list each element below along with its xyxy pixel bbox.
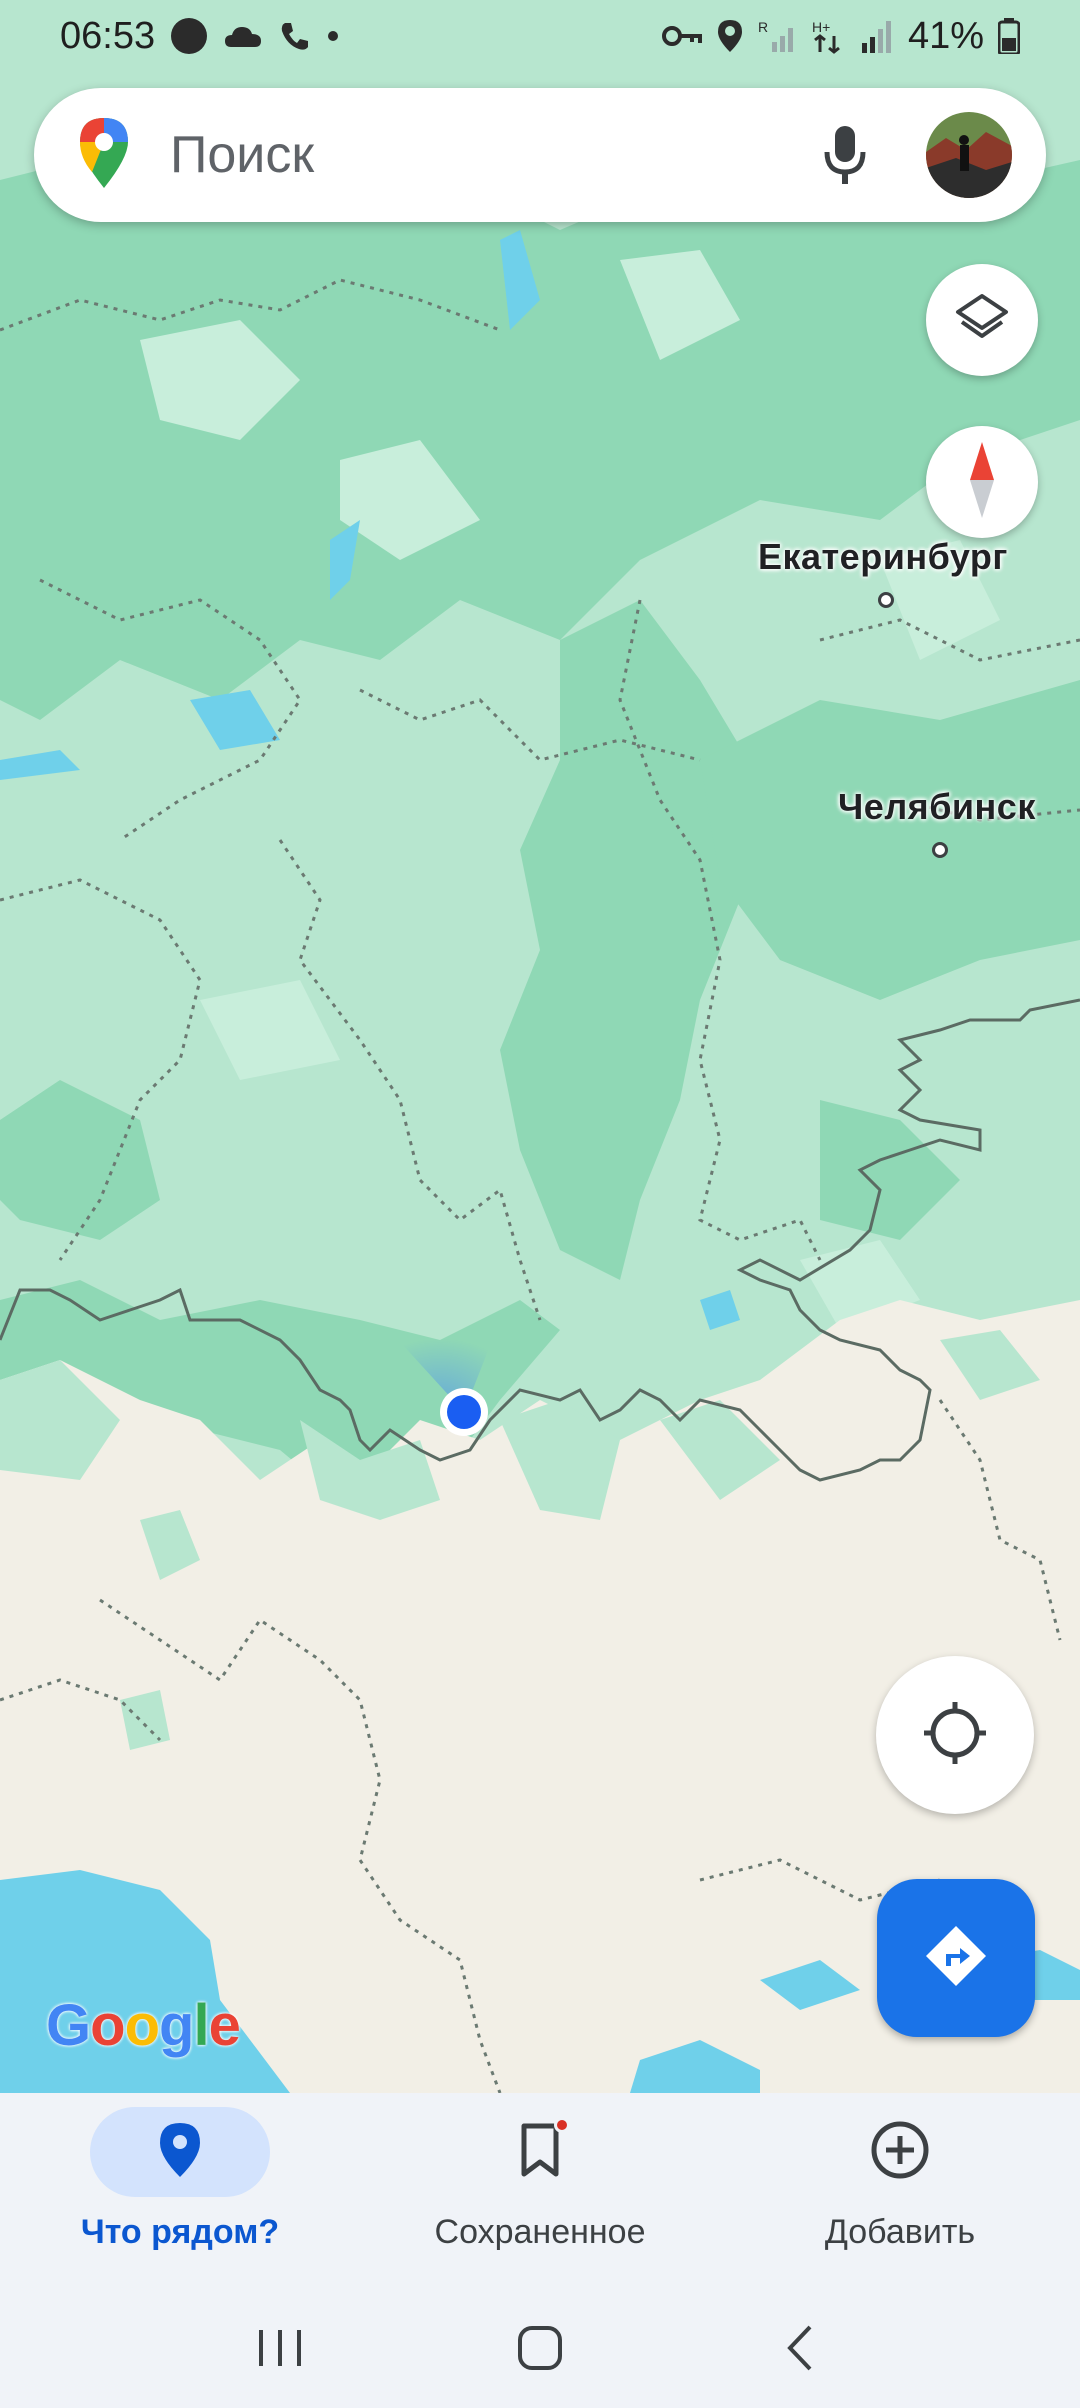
city-marker-yekaterinburg[interactable] xyxy=(878,592,894,608)
bottom-navigation: Что рядом? Сохраненное Добавить xyxy=(0,2093,1080,2293)
search-bar[interactable]: Поиск xyxy=(34,88,1046,222)
layers-icon xyxy=(954,290,1010,351)
compass-icon xyxy=(962,440,1002,525)
system-navigation-bar xyxy=(0,2293,1080,2408)
location-icon xyxy=(716,18,744,54)
notification-dot-icon xyxy=(325,28,341,44)
nav-explore-label: Что рядом? xyxy=(80,2213,280,2251)
compass-button[interactable] xyxy=(926,426,1038,538)
nav-saved-label: Сохраненное xyxy=(434,2213,646,2251)
nav-saved[interactable]: Сохраненное xyxy=(360,2093,720,2293)
recent-apps-button[interactable] xyxy=(240,2311,320,2391)
layers-button[interactable] xyxy=(926,264,1038,376)
vpn-key-icon xyxy=(661,21,702,51)
city-label-yekaterinburg[interactable]: Екатеринбург xyxy=(758,536,1008,578)
home-button[interactable] xyxy=(500,2311,580,2391)
nav-contribute-indicator xyxy=(810,2107,990,2197)
battery-icon xyxy=(998,18,1020,54)
account-avatar[interactable] xyxy=(926,112,1012,198)
my-location-button[interactable] xyxy=(876,1656,1034,1814)
battery-percentage: 41% xyxy=(907,14,984,57)
city-label-chelyabinsk[interactable]: Челябинск xyxy=(838,786,1036,828)
back-button[interactable] xyxy=(760,2311,840,2391)
data-hplus-icon: H+ xyxy=(812,18,846,54)
back-icon xyxy=(780,2323,820,2378)
location-pin-icon xyxy=(158,2121,202,2184)
city-marker-chelyabinsk[interactable] xyxy=(932,842,948,858)
svg-text:R: R xyxy=(758,19,768,35)
microphone-icon[interactable] xyxy=(810,120,880,190)
signal-roaming-icon: R xyxy=(758,18,798,54)
nav-explore-indicator xyxy=(90,2107,270,2197)
nav-contribute-label: Добавить xyxy=(824,2213,976,2251)
google-logo: Google xyxy=(46,1993,241,2058)
directions-button[interactable] xyxy=(877,1879,1035,2037)
directions-icon xyxy=(924,1924,988,1993)
search-input[interactable]: Поиск xyxy=(170,125,810,185)
home-icon xyxy=(515,2323,565,2378)
google-maps-pin-icon xyxy=(78,116,130,195)
status-bar: 06:53 R H+ 41% xyxy=(0,0,1080,72)
nav-explore[interactable]: Что рядом? xyxy=(0,2093,360,2293)
nav-saved-indicator xyxy=(450,2107,630,2197)
cloud-icon xyxy=(223,21,263,51)
svg-text:H+: H+ xyxy=(812,19,830,35)
status-time: 06:53 xyxy=(60,14,156,57)
recent-apps-icon xyxy=(255,2326,305,2375)
nav-contribute[interactable]: Добавить xyxy=(720,2093,1080,2293)
crosshair-icon xyxy=(920,1698,990,1773)
signal-strength-icon xyxy=(860,19,894,53)
call-icon xyxy=(277,19,311,53)
add-circle-icon xyxy=(870,2120,930,2185)
saved-badge-dot xyxy=(554,2117,570,2133)
dark-circle-icon xyxy=(169,16,209,56)
